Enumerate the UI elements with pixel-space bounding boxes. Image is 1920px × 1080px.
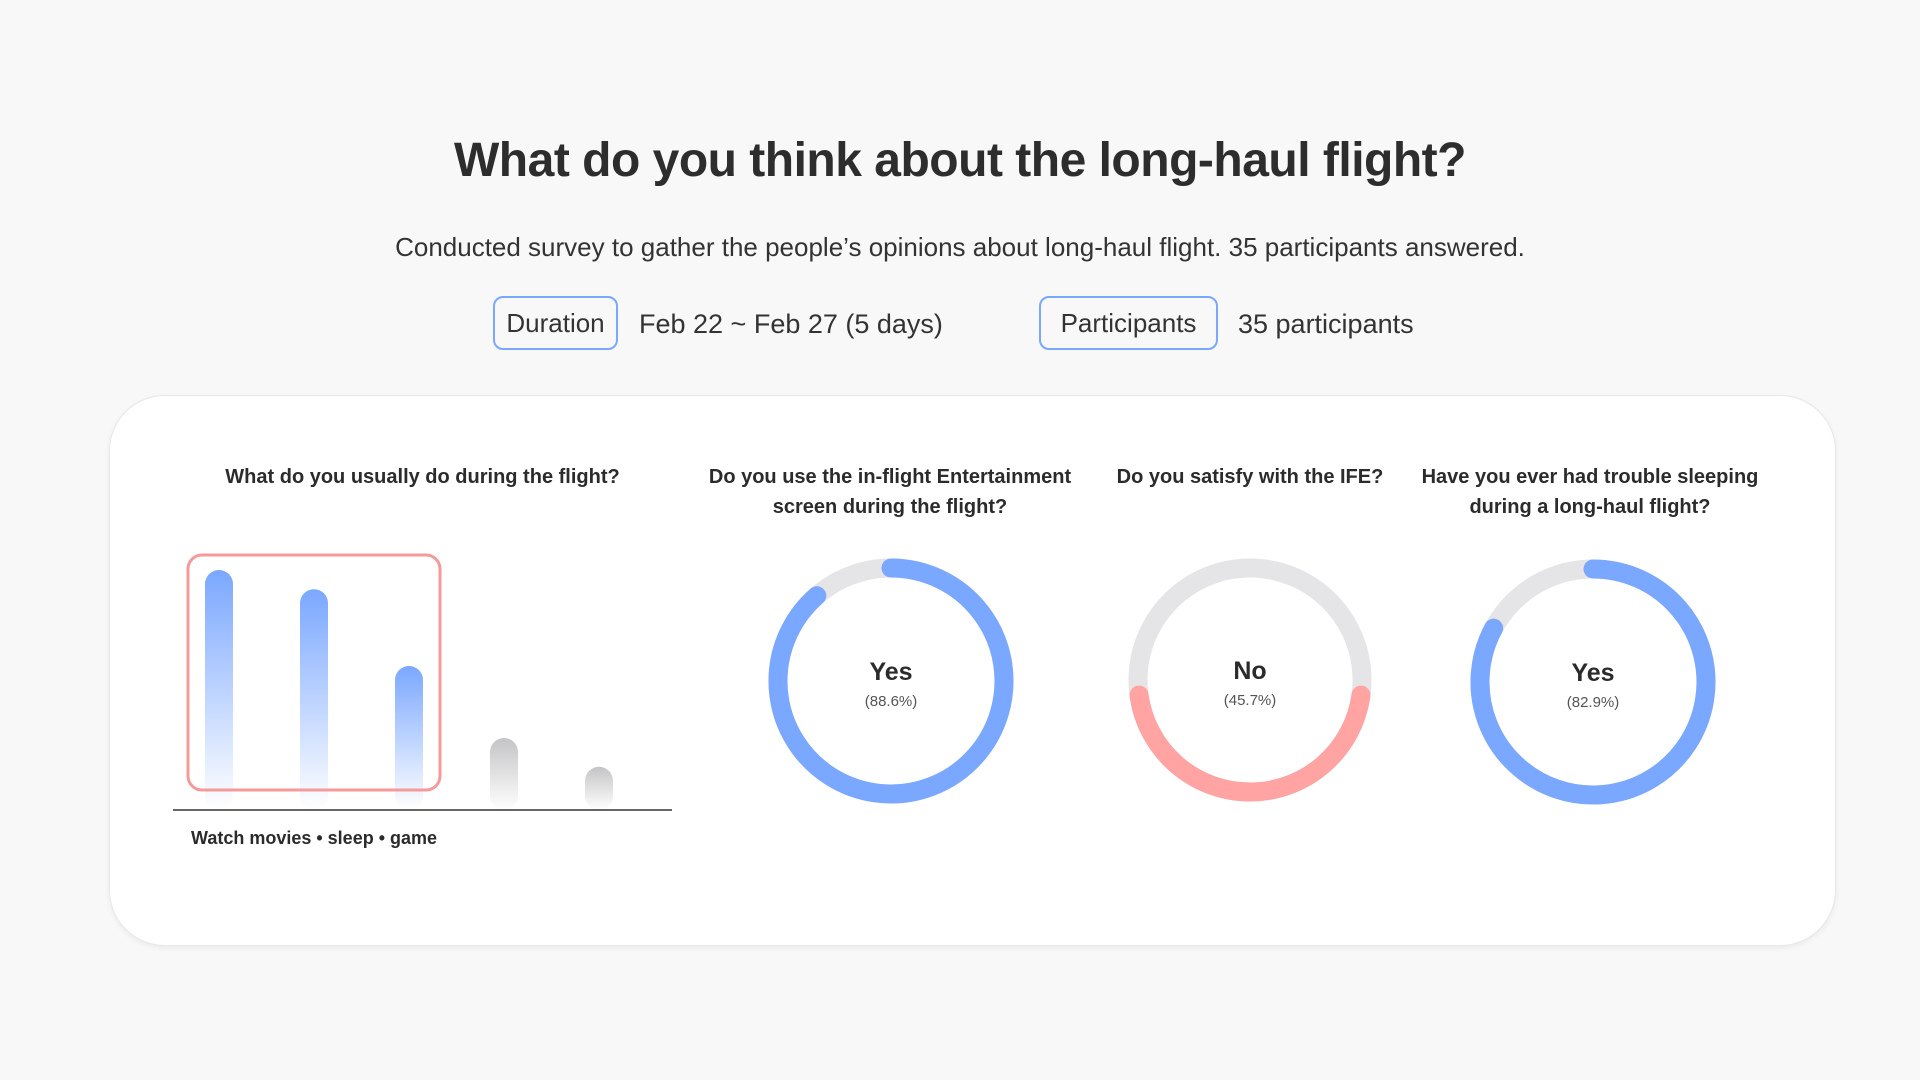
- activities-bar-chart: [173, 553, 672, 811]
- duration-tag: Duration: [493, 296, 618, 350]
- donut-percent: (82.9%): [1566, 694, 1620, 711]
- participants-tag: Participants: [1039, 296, 1218, 350]
- donut-value-arc: [1129, 685, 1371, 802]
- activities-caption: Watch movies • sleep • game: [191, 828, 438, 848]
- sleep-trouble-label: Yes (82.9%): [1493, 659, 1693, 711]
- bar-3: [395, 666, 423, 810]
- q1-title: What do you usually do during the flight…: [225, 466, 620, 488]
- donut-answer: Yes: [869, 658, 913, 686]
- donut-answer: No: [1233, 657, 1267, 685]
- page-title: What do you think about the long-haul fl…: [454, 134, 1466, 187]
- survey-meta: Duration Feb 22 ~ Feb 27 (5 days) Partic…: [0, 296, 1920, 354]
- bar-1: [205, 570, 233, 810]
- q2-title: Do you use the in-flight Entertainment s…: [708, 466, 1072, 518]
- ife-usage-label: Yes (88.6%): [791, 658, 991, 710]
- participants-value: 35 participants: [1238, 309, 1414, 339]
- donut-percent: (88.6%): [864, 693, 918, 710]
- bar-2: [300, 589, 328, 810]
- ife-satisfaction-label: No (45.7%): [1150, 657, 1350, 709]
- page-subtitle: Conducted survey to gather the people’s …: [395, 232, 1525, 262]
- duration-value: Feb 22 ~ Feb 27 (5 days): [639, 309, 943, 339]
- bar-5: [585, 766, 613, 810]
- bar-4: [490, 738, 518, 810]
- donut-answer: Yes: [1571, 659, 1615, 687]
- donut-percent: (45.7%): [1223, 692, 1277, 709]
- q3-title: Do you satisfy with the IFE?: [1116, 466, 1384, 488]
- q4-title: Have you ever had trouble sleeping durin…: [1421, 466, 1759, 518]
